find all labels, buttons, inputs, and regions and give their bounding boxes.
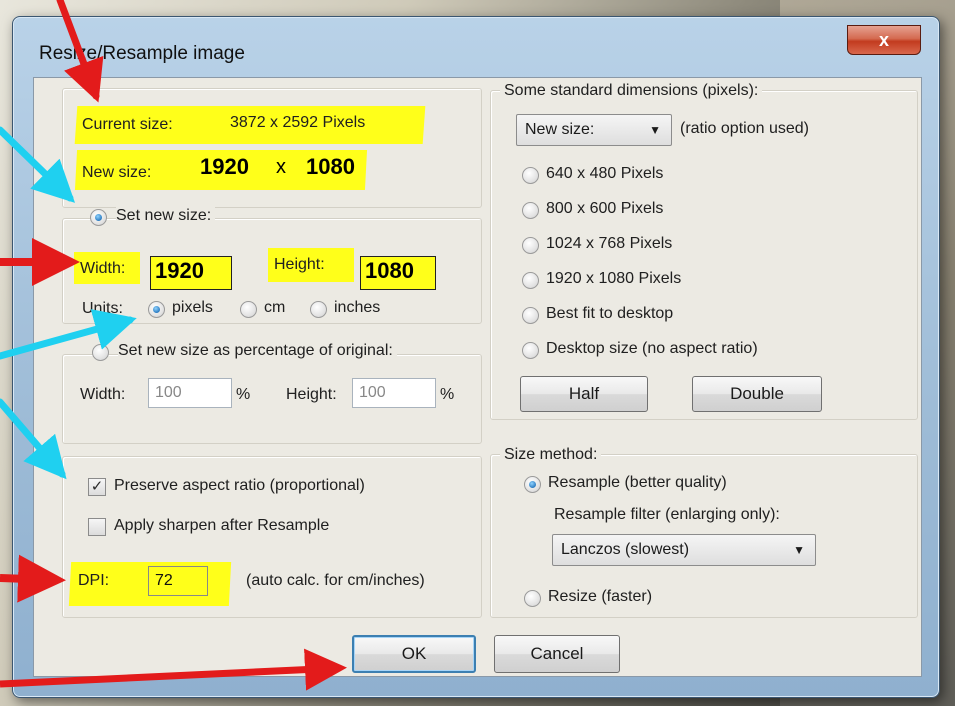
cyan-arrow-units — [0, 309, 137, 360]
red-arrow-ok — [0, 648, 347, 691]
cyan-arrow-set-new-size — [0, 126, 76, 203]
red-arrow-current-size — [56, 0, 104, 103]
annotation-arrows — [0, 0, 347, 691]
red-arrow-dpi — [0, 554, 66, 603]
cyan-arrow-preserve — [0, 398, 67, 480]
